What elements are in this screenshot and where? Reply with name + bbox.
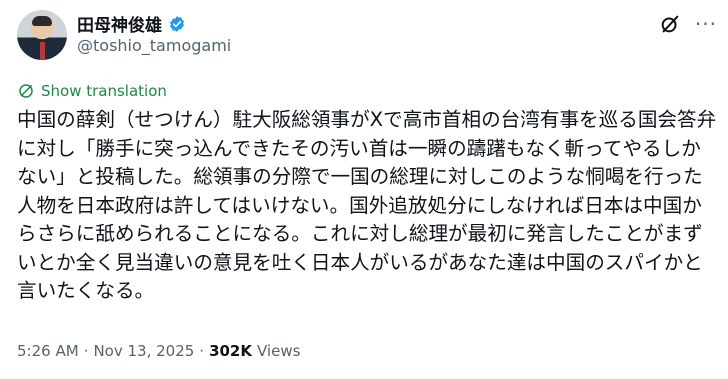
handle[interactable]: @toshio_tamogami	[77, 36, 231, 55]
timestamp-time[interactable]: 5:26 AM	[17, 342, 79, 360]
timestamp-date[interactable]: Nov 13, 2025	[93, 342, 194, 360]
more-options-icon[interactable]: ···	[695, 12, 717, 36]
verified-badge-icon	[170, 15, 184, 32]
avatar-hair	[32, 16, 52, 26]
tweet-text: 中国の薛剣（せつけん）駐大阪総領事がXで高市首相の台湾有事を巡る国会答弁に対し「…	[17, 108, 717, 302]
translate-icon	[19, 84, 33, 98]
views-count: 302K	[209, 342, 252, 360]
tweet-meta: 5:26 AM · Nov 13, 2025 · 302K Views	[17, 342, 300, 360]
show-translation-label: Show translation	[41, 82, 167, 100]
separator: ·	[199, 342, 205, 360]
show-translation-link[interactable]: Show translation	[17, 82, 167, 100]
avatar-tie	[40, 42, 45, 60]
grok-icon[interactable]	[659, 13, 681, 35]
tweet-header: 田母神俊雄 @toshio_tamogami ···	[17, 10, 717, 64]
views-label: Views	[257, 342, 301, 360]
name-row: 田母神俊雄	[77, 11, 186, 36]
display-name[interactable]: 田母神俊雄	[77, 11, 162, 36]
separator: ·	[83, 342, 89, 360]
avatar[interactable]	[17, 10, 67, 60]
